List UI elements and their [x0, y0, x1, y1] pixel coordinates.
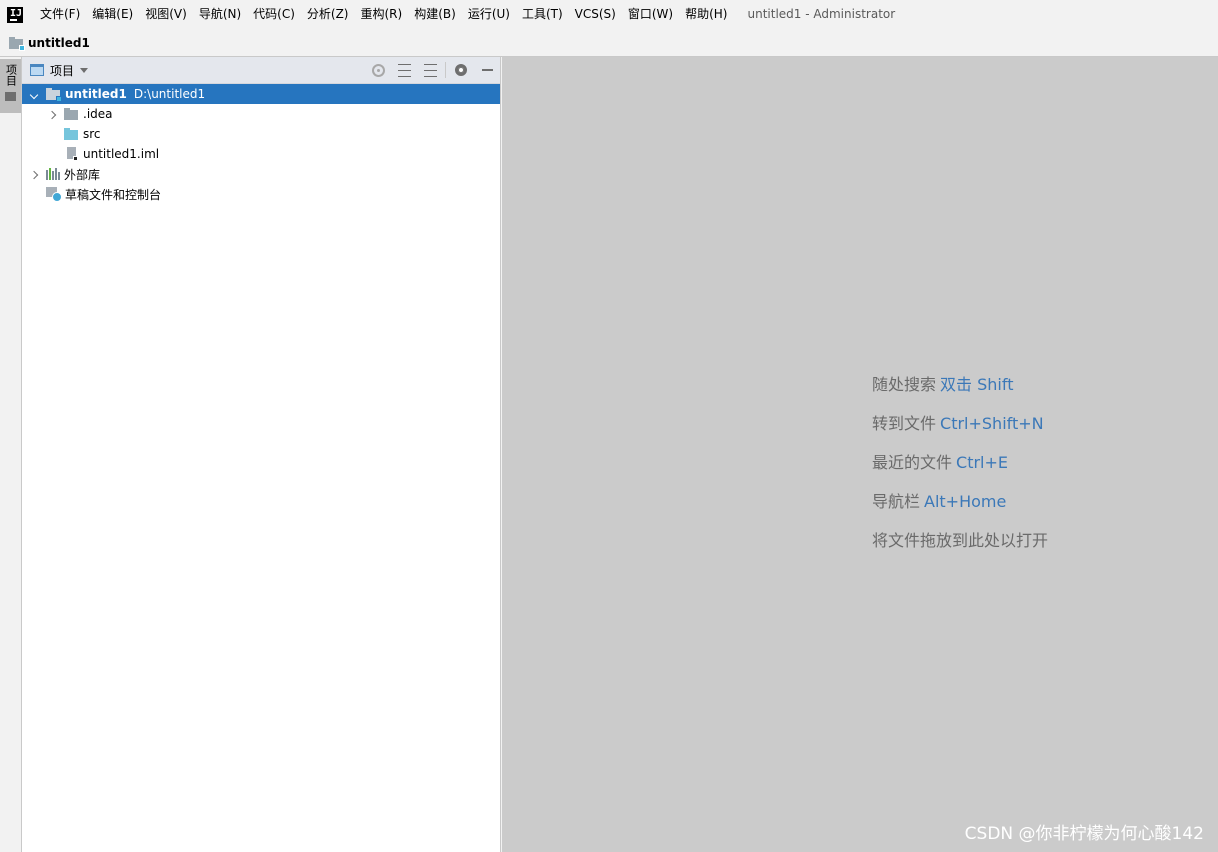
hint-search-everywhere: 随处搜索 双击 Shift — [872, 375, 1014, 394]
menu-file[interactable]: 文件(F) — [34, 0, 86, 29]
hint-navigation-bar: 导航栏 Alt+Home — [872, 492, 1007, 511]
collapse-all-button[interactable] — [417, 57, 443, 84]
menu-view[interactable]: 视图(V) — [139, 0, 193, 29]
intellij-logo-icon: IJ — [7, 6, 23, 23]
module-folder-icon — [46, 88, 62, 102]
project-panel-header: 项目 — [22, 57, 500, 84]
module-folder-icon — [9, 36, 25, 51]
breadcrumb-project[interactable]: untitled1 — [28, 36, 90, 50]
tree-node-iml-label: untitled1.iml — [83, 147, 160, 161]
tree-node-scratches[interactable]: 草稿文件和控制台 — [22, 184, 500, 204]
menu-help[interactable]: 帮助(H) — [679, 0, 733, 29]
menu-vcs[interactable]: VCS(S) — [569, 0, 622, 29]
shortcut-go-to-file: Ctrl+Shift+N — [940, 414, 1044, 433]
watermark: CSDN @你非柠檬为何心酸142 — [964, 824, 1204, 844]
library-icon — [46, 168, 60, 180]
divider — [445, 62, 446, 78]
chevron-right-icon[interactable] — [26, 168, 42, 181]
left-tool-strip: 项目 — [0, 57, 22, 852]
tree-node-idea[interactable]: .idea — [22, 104, 500, 124]
hint-go-to-file: 转到文件 Ctrl+Shift+N — [872, 414, 1044, 433]
empty-editor-hints: 随处搜索 双击 Shift 转到文件 Ctrl+Shift+N 最近的文件 Ctrl+… — [872, 371, 1048, 566]
tree-node-root-label: untitled1 — [65, 87, 127, 101]
hide-panel-button[interactable] — [474, 57, 500, 84]
scratch-clock-icon — [46, 186, 62, 202]
tree-node-external-libraries-label: 外部库 — [64, 167, 101, 182]
gear-icon — [455, 64, 467, 76]
tree-node-root-path: D:\untitled1 — [133, 87, 206, 101]
expand-all-button[interactable] — [391, 57, 417, 84]
hint-drop-files: 将文件拖放到此处以打开 — [872, 531, 1049, 550]
locate-file-button[interactable] — [365, 57, 391, 84]
tree-node-scratches-label: 草稿文件和控制台 — [65, 187, 162, 202]
tree-node-idea-label: .idea — [83, 107, 113, 121]
settings-button[interactable] — [448, 57, 474, 84]
module-file-icon — [66, 147, 78, 161]
shortcut-recent-files: Ctrl+E — [956, 453, 1008, 472]
tree-node-external-libraries[interactable]: 外部库 — [22, 164, 500, 184]
project-view-icon — [30, 64, 44, 76]
tree-node-iml[interactable]: untitled1.iml — [22, 144, 500, 164]
navigation-bar: untitled1 — [0, 29, 1218, 57]
hint-recent-files: 最近的文件 Ctrl+E — [872, 453, 1008, 472]
menu-edit[interactable]: 编辑(E) — [86, 0, 139, 29]
folder-icon — [5, 92, 16, 101]
tree-node-src[interactable]: src — [22, 124, 500, 144]
menu-run[interactable]: 运行(U) — [462, 0, 516, 29]
menu-bar: IJ 文件(F) 编辑(E) 视图(V) 导航(N) 代码(C) 分析(Z) 重… — [0, 0, 1218, 29]
chevron-right-icon[interactable] — [44, 108, 60, 121]
menu-tools[interactable]: 工具(T) — [516, 0, 569, 29]
source-folder-icon — [64, 128, 79, 140]
menu-analyze[interactable]: 分析(Z) — [301, 0, 355, 29]
project-tool-tab-label: 项目 — [4, 64, 18, 86]
minimize-icon — [481, 69, 493, 71]
tree-node-src-label: src — [83, 127, 101, 141]
folder-icon — [64, 108, 79, 120]
chevron-down-icon[interactable] — [26, 88, 42, 101]
menu-refactor[interactable]: 重构(R) — [355, 0, 409, 29]
tree-node-root[interactable]: untitled1 D:\untitled1 — [22, 84, 500, 104]
project-view-selector[interactable]: 项目 — [50, 62, 74, 79]
menu-navigate[interactable]: 导航(N) — [193, 0, 247, 29]
project-panel: 项目 untitled1 D:\untitled1 .idea src unti… — [22, 57, 501, 852]
crosshair-icon — [371, 63, 385, 77]
shortcut-search-everywhere: 双击 Shift — [940, 375, 1014, 394]
chevron-down-icon[interactable] — [80, 67, 89, 73]
collapse-all-icon — [423, 63, 437, 77]
menu-build[interactable]: 构建(B) — [408, 0, 462, 29]
editor-area[interactable]: 随处搜索 双击 Shift 转到文件 Ctrl+Shift+N 最近的文件 Ctrl+… — [502, 57, 1218, 852]
shortcut-navigation-bar: Alt+Home — [924, 492, 1007, 511]
menu-window[interactable]: 窗口(W) — [622, 0, 679, 29]
window-title: untitled1 - Administrator — [747, 7, 896, 21]
project-tree: untitled1 D:\untitled1 .idea src untitle… — [22, 84, 500, 204]
expand-all-icon — [397, 63, 411, 77]
panel-actions — [365, 57, 500, 84]
menu-code[interactable]: 代码(C) — [247, 0, 301, 29]
project-tool-tab[interactable]: 项目 — [0, 59, 21, 113]
